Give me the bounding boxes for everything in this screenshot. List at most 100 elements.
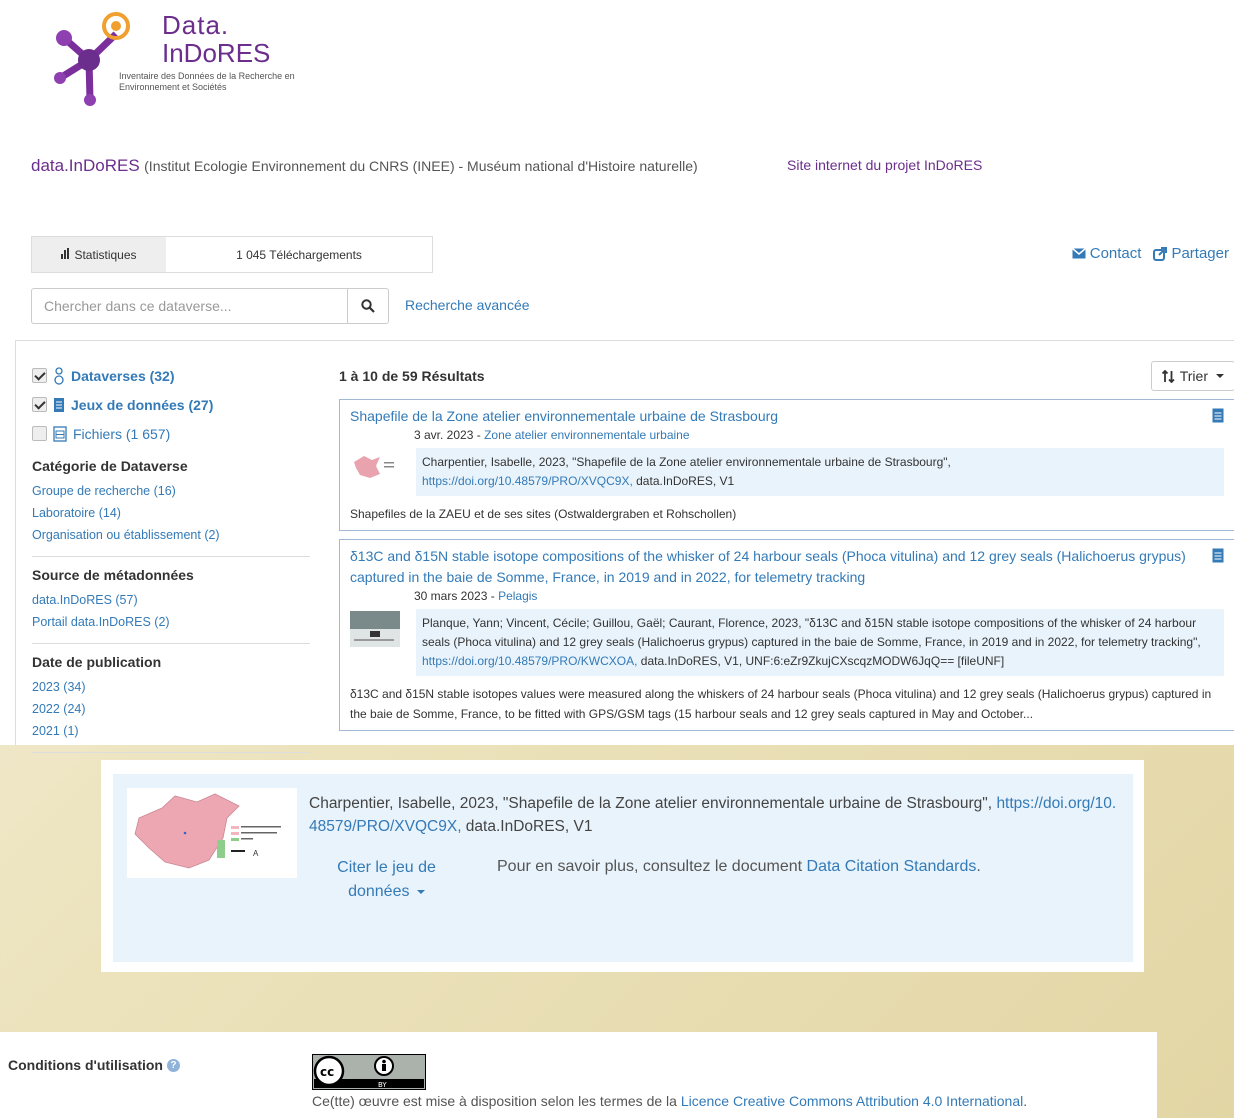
citation-tail: data.InDoRES, V1	[632, 474, 735, 488]
facet-category: Catégorie de Dataverse Groupe de recherc…	[32, 458, 310, 557]
facet-item[interactable]: Groupe de recherche (16)	[32, 480, 310, 502]
envelope-icon	[1071, 248, 1086, 259]
result-citation-row: Planque, Yann; Vincent, Cécile; Guillou,…	[350, 609, 1224, 676]
result-description: Shapefiles de la ZAEU et de ses sites (O…	[350, 507, 737, 521]
facet-item[interactable]: data.InDoRES (57)	[32, 589, 310, 611]
facet-item[interactable]: Portail data.InDoRES (2)	[32, 611, 310, 633]
page-title: data.InDoRES (Institut Ecologie Environn…	[31, 156, 698, 176]
sort-icon	[1161, 369, 1175, 383]
license-link[interactable]: Licence Creative Commons Attribution 4.0…	[681, 1093, 1023, 1109]
citation-text: Charpentier, Isabelle, 2023, "Shapefile …	[422, 455, 951, 469]
facet-item[interactable]: 2022 (24)	[32, 698, 310, 720]
result-thumbnail[interactable]	[350, 609, 400, 649]
result-description: δ13C and δ15N stable isotopes values wer…	[350, 687, 1212, 721]
site-link[interactable]: Site internet du projet InDoRES	[787, 157, 982, 173]
citation-text: Planque, Yann; Vincent, Cécile; Guillou,…	[422, 616, 1201, 649]
result-citation: Charpentier, Isabelle, 2023, "Shapefile …	[416, 448, 1224, 496]
citation-doi-link[interactable]: https://doi.org/10.48579/PRO/KWCXOA,	[422, 654, 637, 668]
search-input[interactable]	[31, 288, 348, 324]
terms-label: Conditions d'utilisation ?	[8, 1057, 180, 1073]
license-suffix: .	[1023, 1093, 1028, 1109]
result-card: Shapefile de la Zone atelier environneme…	[339, 399, 1234, 531]
cite-dataset-label: Citer le jeu de données	[337, 859, 436, 900]
dataset-thumbnail[interactable]: A	[127, 788, 297, 878]
result-date: 3 avr. 2023 -	[414, 428, 481, 442]
chevron-down-icon	[1216, 374, 1224, 378]
dataset-icon	[54, 397, 64, 412]
citation-standards-info: Pour en savoir plus, consultez le docume…	[497, 858, 981, 876]
citation-standards-link[interactable]: Data Citation Standards	[807, 858, 977, 875]
contact-button[interactable]: Contact	[1071, 245, 1141, 262]
result-meta: 3 avr. 2023 - Zone atelier environnement…	[414, 428, 1224, 442]
facet-item[interactable]: 2021 (1)	[32, 720, 310, 742]
sort-button[interactable]: Trier	[1150, 361, 1234, 391]
file-icon	[53, 425, 67, 442]
svg-text:cc: cc	[320, 1065, 334, 1079]
share-label: Partager	[1171, 245, 1229, 262]
result-title[interactable]: δ13C and δ15N stable isotope composition…	[350, 546, 1224, 588]
result-title[interactable]: Shapefile de la Zone atelier environneme…	[350, 406, 1224, 427]
datasets-checkbox[interactable]	[32, 397, 47, 412]
logo-line-1: Data.	[162, 10, 230, 40]
citation-full: Charpentier, Isabelle, 2023, "Shapefile …	[309, 792, 1119, 838]
result-thumbnail[interactable]	[350, 448, 400, 488]
share-button[interactable]: Partager	[1153, 245, 1229, 262]
svg-text:A: A	[253, 849, 259, 858]
dataset-icon	[1212, 548, 1224, 563]
chevron-down-icon	[416, 889, 425, 894]
dataset-citation-panel: A Charpentier, Isabelle, 2023, "Shapefil…	[101, 760, 1144, 972]
logo-line-2: InDoRES	[162, 38, 271, 68]
dataverse-name[interactable]: data.InDoRES	[31, 156, 140, 175]
terms-label-text: Conditions d'utilisation	[8, 1057, 163, 1073]
advanced-search-link[interactable]: Recherche avancée	[405, 297, 530, 313]
facet-date-title: Date de publication	[32, 654, 162, 670]
logo-tagline: Inventaire des Données de la Recherche e…	[119, 71, 295, 92]
files-checkbox[interactable]	[32, 426, 47, 441]
facet-dataverses-label: Dataverses (32)	[71, 367, 175, 384]
result-citation: Planque, Yann; Vincent, Cécile; Guillou,…	[416, 609, 1224, 676]
dataverses-checkbox[interactable]	[32, 368, 47, 383]
citation-doi-link[interactable]: https://doi.org/10.48579/PRO/XVQC9X,	[422, 474, 633, 488]
facet-item[interactable]: Organisation ou établissement (2)	[32, 524, 310, 546]
result-date: 30 mars 2023 -	[414, 589, 495, 603]
result-card: δ13C and δ15N stable isotope composition…	[339, 539, 1234, 731]
license-prefix: Ce(tte) œuvre est mise à disposition sel…	[312, 1093, 677, 1109]
license-panel: Conditions d'utilisation ? cc BY Ce(tte)…	[0, 1032, 1157, 1118]
results-header: 1 à 10 de 59 Résultats Trier	[339, 361, 1234, 391]
dataverse-page: Data. InDoRES Inventaire des Données de …	[0, 0, 1234, 753]
result-dataverse-link[interactable]: Pelagis	[498, 589, 537, 603]
downloads-count: 1 045 Téléchargements	[236, 247, 362, 262]
search-icon	[361, 299, 375, 313]
cc-by-license-icon[interactable]: cc BY	[312, 1054, 426, 1090]
facet-item[interactable]: Laboratoire (14)	[32, 502, 310, 524]
help-icon[interactable]: ?	[166, 1058, 180, 1072]
facet-files-label: Fichiers (1 657)	[73, 425, 171, 442]
share-icon	[1153, 246, 1168, 261]
stats-label: Statistiques	[74, 247, 137, 262]
citation-tail: data.InDoRES, V1, UNF:6:eZr9ZkujCXscqzMO…	[637, 654, 1005, 668]
svg-text:BY: BY	[378, 1081, 387, 1089]
search-button[interactable]	[348, 288, 389, 324]
facet-sidebar: Dataverses (32) Jeux de données (27) Fic…	[32, 361, 310, 753]
sort-label: Trier	[1179, 368, 1208, 384]
dataset-icon	[1212, 408, 1224, 423]
result-citation-row: Charpentier, Isabelle, 2023, "Shapefile …	[350, 448, 1224, 496]
facet-files[interactable]: Fichiers (1 657)	[32, 419, 310, 448]
bar-chart-icon	[61, 247, 70, 262]
stats-tab[interactable]: Statistiques	[32, 237, 166, 272]
license-statement: Ce(tte) œuvre est mise à disposition sel…	[312, 1093, 1027, 1109]
result-dataverse-link[interactable]: Zone atelier environnementale urbaine	[484, 428, 689, 442]
citation-tail: data.InDoRES, V1	[461, 818, 593, 835]
facet-dataverses[interactable]: Dataverses (32)	[32, 361, 310, 390]
facet-publication-date: Date de publication 2023 (34) 2022 (24) …	[32, 654, 310, 753]
facet-source-title: Source de métadonnées	[32, 567, 194, 583]
dataverse-icon	[54, 366, 64, 385]
facet-datasets-label: Jeux de données (27)	[71, 396, 214, 413]
citation-box: A Charpentier, Isabelle, 2023, "Shapefil…	[113, 774, 1133, 962]
facet-datasets[interactable]: Jeux de données (27)	[32, 390, 310, 419]
info-suffix: .	[976, 858, 981, 875]
facet-item[interactable]: 2023 (34)	[32, 676, 310, 698]
indores-logo[interactable]: Data. InDoRES Inventaire des Données de …	[44, 8, 324, 108]
cite-dataset-button[interactable]: Citer le jeu de données	[329, 856, 444, 904]
search-bar	[31, 288, 389, 324]
